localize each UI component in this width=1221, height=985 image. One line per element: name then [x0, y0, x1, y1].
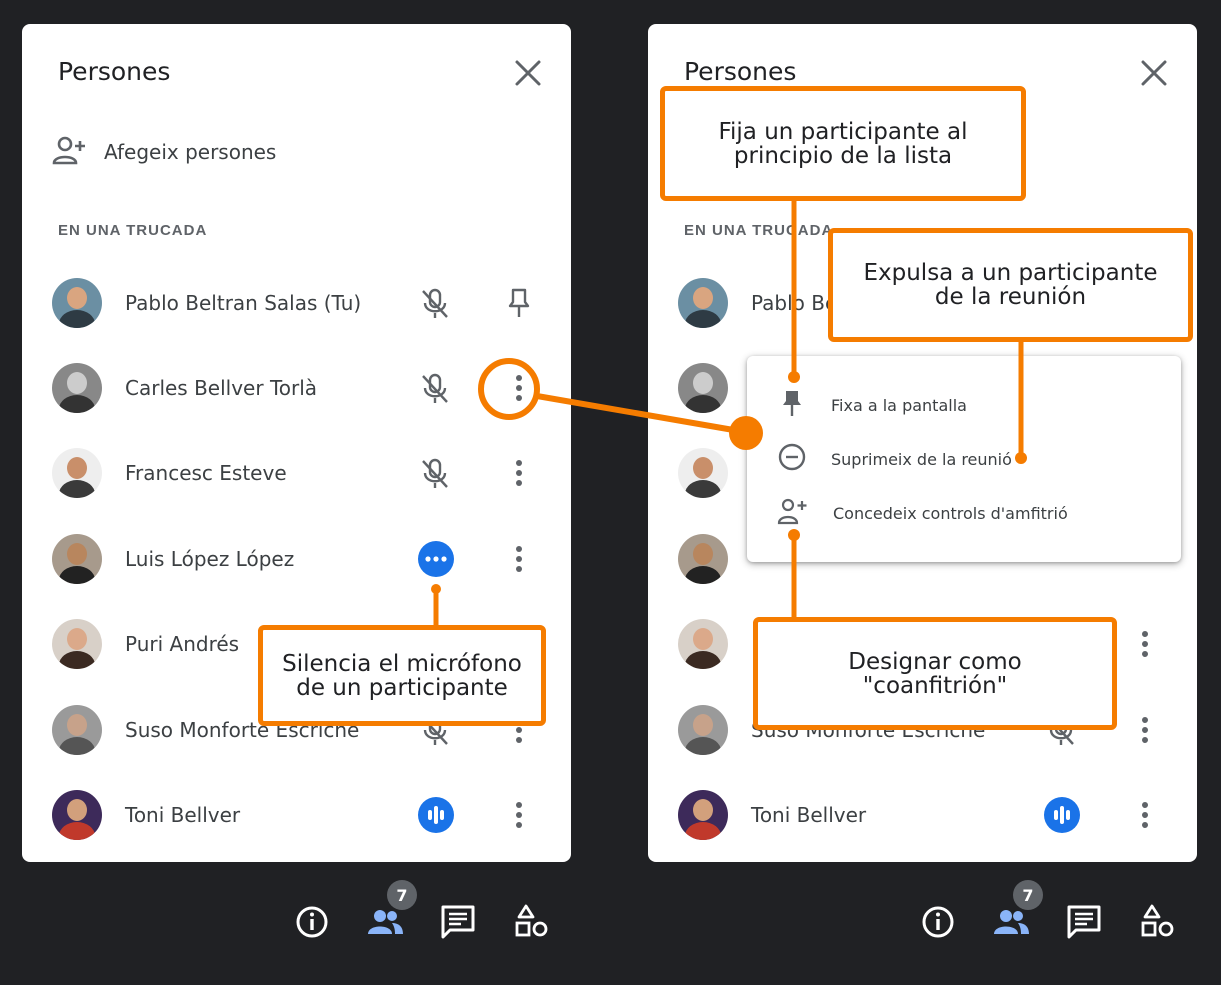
person-add-icon	[777, 496, 809, 531]
participant-row: Toni Bellver	[50, 785, 550, 845]
menu-item-pin[interactable]: Fixa a la pantalla	[777, 385, 1157, 425]
add-people-button[interactable]: Afegeix persones	[52, 136, 276, 168]
avatar	[678, 619, 728, 669]
avatar	[52, 363, 102, 413]
people-count-badge: 7	[387, 880, 417, 910]
more-vert-icon[interactable]	[1128, 798, 1162, 832]
pin-icon[interactable]	[502, 286, 536, 320]
participant-row: Toni Bellver	[676, 785, 1176, 845]
remove-circle-icon	[777, 442, 807, 477]
person-add-icon	[52, 135, 90, 170]
more-vert-icon[interactable]	[502, 798, 536, 832]
avatar	[678, 363, 728, 413]
avatar	[52, 534, 102, 584]
avatar	[678, 534, 728, 584]
menu-item-label: Fixa a la pantalla	[831, 395, 967, 415]
more-horiz-icon	[418, 541, 454, 577]
avatar	[678, 790, 728, 840]
participant-row: Pablo Beltran Salas (Tu)	[50, 273, 550, 333]
info-icon[interactable]	[292, 902, 332, 942]
callout-text: Fija un participante al principio de la …	[718, 118, 968, 169]
mic-off-icon	[416, 369, 454, 407]
participant-name: Carles Bellver Torlà	[125, 376, 318, 400]
more-vert-icon[interactable]	[502, 371, 536, 405]
callout-text: Expulsa a un participante de la reunión	[863, 260, 1158, 310]
callout-text: Designar como "coanfitrión"	[848, 648, 1022, 699]
info-icon[interactable]	[918, 902, 958, 942]
menu-item-label: Concedeix controls d'amfitrió	[833, 503, 1068, 523]
callout-remove: Expulsa a un participante de la reunión	[828, 228, 1193, 342]
callout-mute: Silencia el micrófono de un participante	[258, 625, 546, 726]
close-icon[interactable]	[513, 58, 543, 88]
avatar	[678, 705, 728, 755]
pin-icon	[777, 388, 807, 423]
activities-icon[interactable]	[1138, 902, 1178, 942]
people-count-badge: 7	[1013, 880, 1043, 910]
more-vert-icon[interactable]	[1128, 627, 1162, 661]
more-vert-icon[interactable]	[1128, 713, 1162, 747]
callout-cohost: Designar como "coanfitrión"	[753, 617, 1117, 730]
avatar	[52, 705, 102, 755]
more-vert-icon[interactable]	[502, 542, 536, 576]
panel-title: Persones	[684, 57, 797, 86]
close-icon[interactable]	[1139, 58, 1169, 88]
avatar	[678, 448, 728, 498]
mic-off-icon	[416, 454, 454, 492]
participant-context-menu: Fixa a la pantalla Suprimeix de la reuni…	[747, 356, 1181, 562]
people-panel-left: Persones Afegeix persones EN UNA TRUCADA…	[22, 24, 571, 862]
menu-item-label: Suprimeix de la reunió	[831, 449, 1012, 469]
avatar	[52, 790, 102, 840]
participant-row: Luis López López	[50, 529, 550, 589]
participant-name: Luis López López	[125, 547, 295, 571]
avatar	[52, 448, 102, 498]
participant-row: Francesc Esteve	[50, 443, 550, 503]
participant-name: Toni Bellver	[125, 803, 241, 827]
menu-item-cohost[interactable]: Concedeix controls d'amfitrió	[777, 493, 1157, 533]
section-header: EN UNA TRUCADA	[684, 222, 834, 239]
add-people-label: Afegeix persones	[104, 140, 277, 164]
audio-level-icon	[418, 797, 454, 833]
activities-icon[interactable]	[512, 902, 552, 942]
section-header: EN UNA TRUCADA	[58, 222, 208, 239]
callout-pin: Fija un participante al principio de la …	[660, 86, 1026, 201]
menu-item-remove[interactable]: Suprimeix de la reunió	[777, 439, 1157, 479]
avatar	[52, 619, 102, 669]
participant-name: Francesc Esteve	[125, 461, 287, 485]
chat-icon[interactable]	[1064, 902, 1104, 942]
panel-title: Persones	[58, 57, 171, 86]
mic-off-icon	[416, 284, 454, 322]
callout-text: Silencia el micrófono de un participante	[282, 650, 522, 701]
chat-icon[interactable]	[438, 902, 478, 942]
participant-row: Carles Bellver Torlà	[50, 358, 550, 418]
audio-level-icon	[1044, 797, 1080, 833]
more-vert-icon[interactable]	[502, 456, 536, 490]
participant-name: Pablo Be	[751, 291, 838, 315]
participant-name: Toni Bellver	[751, 803, 867, 827]
participant-name: Puri Andrés	[125, 632, 240, 656]
avatar	[52, 278, 102, 328]
participant-name: Pablo Beltran Salas (Tu)	[125, 291, 362, 315]
avatar	[678, 278, 728, 328]
